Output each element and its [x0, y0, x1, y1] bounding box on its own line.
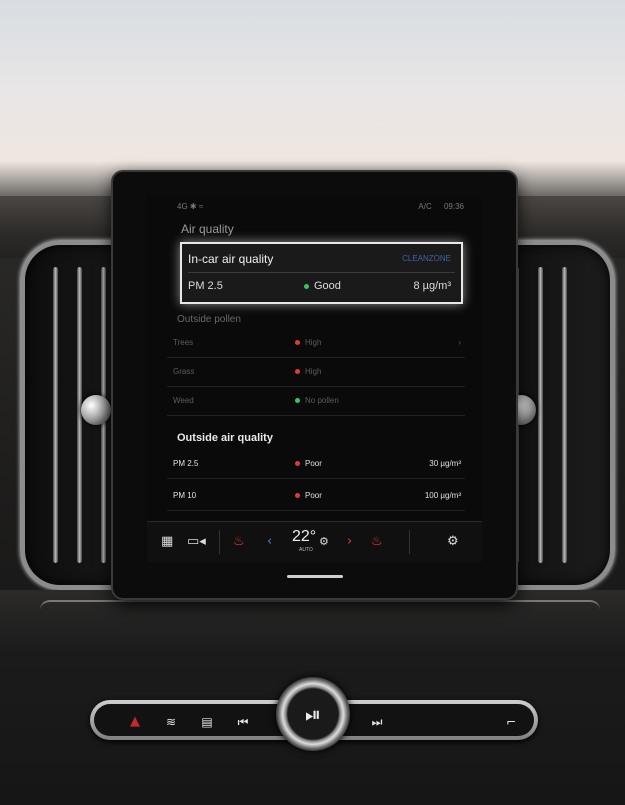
red-dot-icon: [295, 369, 300, 375]
red-dot-icon: [295, 340, 300, 346]
seat-icon[interactable]: ⌐: [500, 714, 522, 730]
pollen-status: High: [295, 367, 321, 376]
status-bar: 4G ✱ ≈ A/C 09:36: [147, 196, 482, 214]
good-dot-icon: [304, 283, 309, 289]
pollen-status: No pollen: [295, 396, 339, 405]
divider: [219, 530, 220, 554]
page-title: Air quality: [181, 222, 234, 236]
in-car-air-quality-card[interactable]: In-car air quality CLEANZONE PM 2.5 Good…: [180, 242, 463, 304]
center-display: 4G ✱ ≈ A/C 09:36 Air quality In-car air …: [147, 196, 482, 562]
pm-name: PM 10: [173, 491, 197, 500]
seat-heat-right-icon[interactable]: ♨: [371, 534, 383, 549]
pollen-name: Trees: [173, 338, 194, 347]
card-title: In-car air quality: [188, 252, 274, 266]
play-pause-button[interactable]: ⏯: [276, 677, 350, 751]
list-item[interactable]: Grass High: [167, 358, 465, 387]
home-indicator[interactable]: [287, 575, 343, 578]
auto-mode-label: AUTO: [299, 547, 313, 553]
green-dot-icon: [295, 398, 300, 404]
seat-heat-left-icon[interactable]: ♨: [233, 534, 245, 549]
pollen-status-text: High: [305, 367, 322, 376]
cleanzone-link[interactable]: CLEANZONE: [402, 254, 451, 263]
vent-slat: [538, 267, 543, 563]
camera-icon[interactable]: ▭◂: [187, 534, 206, 549]
next-track-icon[interactable]: ⏭: [366, 714, 388, 730]
pollen-name: Grass: [173, 367, 195, 376]
temperature[interactable]: 22°: [292, 528, 316, 546]
pm-value: 100 µg/m³: [424, 491, 461, 500]
settings-icon[interactable]: ⚙: [447, 534, 459, 549]
climate-bar: ▦ ▭◂ ♨ ‹ 22° ⚙ AUTO › ♨ ⚙: [147, 521, 482, 562]
table-row[interactable]: PM 2.5 Poor 30 µg/m³: [167, 450, 465, 479]
pm-name: PM 2.5: [173, 459, 199, 468]
pm-status-text: Poor: [305, 459, 322, 468]
fan-icon[interactable]: ⚙: [319, 535, 329, 548]
divider: [188, 272, 455, 273]
pm25-value: 8 µg/m³: [413, 280, 451, 292]
ac-status: A/C: [418, 202, 432, 211]
vent-slat: [562, 267, 567, 563]
pm25-label: PM 2.5: [188, 280, 223, 292]
outside-pollen-heading: Outside pollen: [177, 314, 241, 325]
pm-status: Poor: [295, 491, 322, 500]
previous-track-icon[interactable]: ⏮: [232, 714, 254, 730]
play-pause-icon: ⏯: [305, 702, 321, 726]
pollen-status-text: No pollen: [305, 396, 339, 405]
divider: [409, 530, 410, 554]
pm-value: 30 µg/m³: [429, 459, 461, 468]
hazard-icon[interactable]: ▲: [124, 714, 146, 730]
car-dashboard-scene: ▲ ≋ ▤ ⏮ ⏭ ⌐ ⏯ 4G ✱ ≈ A/C 09:36 Air quali…: [0, 0, 625, 805]
pollen-status-text: High: [305, 338, 322, 347]
list-item[interactable]: Weed No pollen: [167, 387, 465, 416]
red-dot-icon: [295, 493, 300, 499]
vent-knob[interactable]: [81, 395, 111, 425]
status-badge: Good: [304, 280, 341, 292]
pm-status-text: Poor: [305, 491, 322, 500]
pm-status: Poor: [295, 459, 322, 468]
list-item[interactable]: Trees High ›: [167, 329, 465, 358]
temp-up-icon[interactable]: ›: [347, 534, 352, 549]
defrost-front-icon[interactable]: ≋: [160, 714, 182, 730]
status-right: A/C 09:36: [408, 202, 464, 211]
clock: 09:36: [443, 202, 464, 211]
signal-status: 4G ✱ ≈: [177, 202, 204, 211]
table-row[interactable]: PM 10 Poor 100 µg/m³: [167, 482, 465, 511]
pollen-status: High: [295, 338, 321, 347]
pollen-name: Weed: [173, 396, 194, 405]
status-text: Good: [314, 280, 341, 292]
temp-down-icon[interactable]: ‹: [267, 534, 272, 549]
vent-slat: [53, 267, 58, 563]
app-grid-icon[interactable]: ▦: [161, 534, 173, 549]
outside-air-quality-heading: Outside air quality: [177, 432, 273, 444]
defrost-rear-icon[interactable]: ▤: [196, 714, 218, 730]
chrome-trim: [40, 600, 600, 632]
red-dot-icon: [295, 461, 300, 467]
chevron-right-icon: ›: [458, 338, 461, 347]
